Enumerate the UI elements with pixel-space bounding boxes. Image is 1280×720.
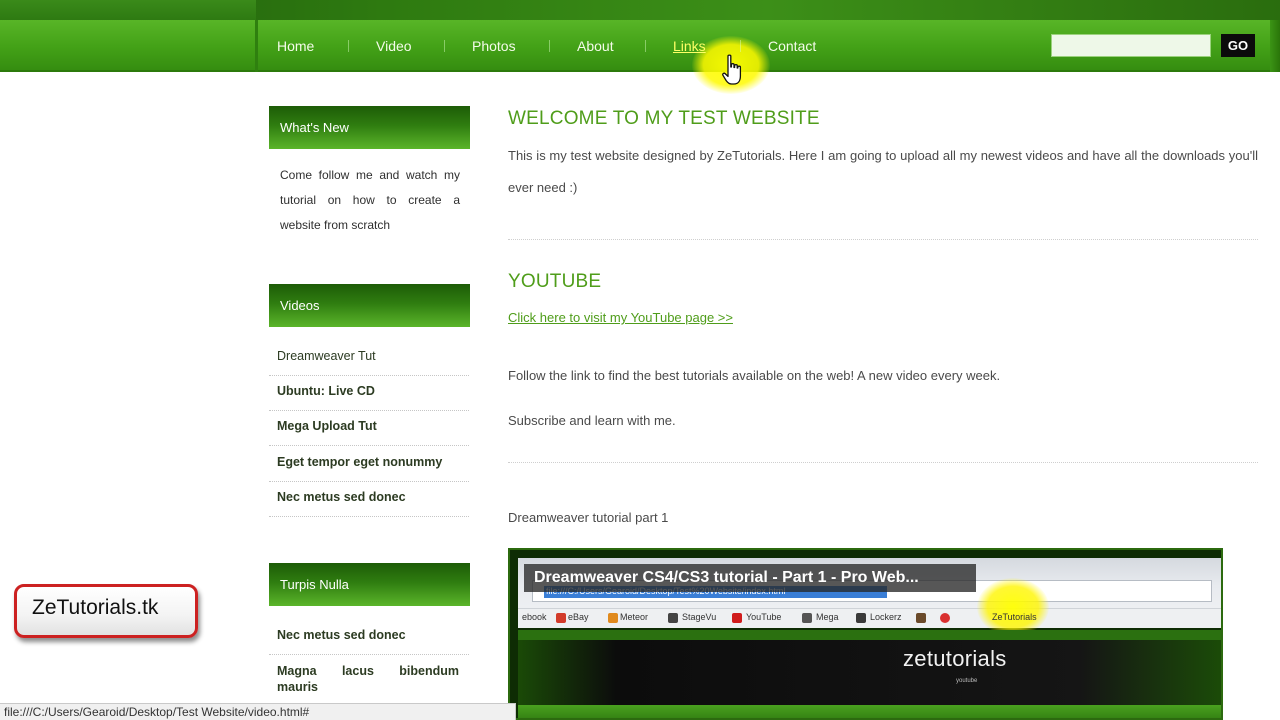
content-divider xyxy=(508,239,1258,240)
welcome-text: This is my test website designed by ZeTu… xyxy=(508,148,1258,195)
sidebar-divider xyxy=(269,654,469,655)
nav-right-edge xyxy=(1270,20,1280,72)
nav-separator xyxy=(348,40,349,52)
hand-pointer-icon xyxy=(722,54,742,85)
video-frame-bookmark: eBay xyxy=(568,612,589,622)
video-frame-logo-sub: youtube xyxy=(956,678,978,684)
youtube-text: Follow the link to find the best tutoria… xyxy=(508,368,1001,383)
video-cursor-highlight xyxy=(977,578,1049,636)
video-player[interactable]: file:///C:/Users/Gearoid/Desktop/Test%20… xyxy=(508,548,1223,720)
video-caption: Dreamweaver tutorial part 1 xyxy=(508,510,669,525)
nav-separator xyxy=(645,40,646,52)
video-frame-bookmark: Lockerz xyxy=(870,612,902,622)
sidebar-link-video[interactable]: Dreamweaver Tut xyxy=(277,349,469,363)
sidebar-header-turpis-nulla: Turpis Nulla xyxy=(269,563,470,606)
sidebar-link-video[interactable]: Eget tempor eget nonummy xyxy=(277,455,469,469)
youtube-icon xyxy=(732,613,742,623)
nav-item-contact[interactable]: Contact xyxy=(768,37,816,55)
video-frame-bookmark: ebook xyxy=(522,612,547,622)
browser-status-bar: file:///C:/Users/Gearoid/Desktop/Test We… xyxy=(0,703,516,720)
sidebar-link-video[interactable]: Mega Upload Tut xyxy=(277,419,469,433)
sidebar-divider xyxy=(269,481,469,482)
nav-item-home[interactable]: Home xyxy=(277,37,314,55)
nav-divider xyxy=(255,20,258,72)
nav-item-photos[interactable]: Photos xyxy=(472,37,516,55)
video-frame-bookmark: StageVu xyxy=(682,612,717,622)
sidebar-divider xyxy=(269,445,469,446)
video-frame-bookmark: ZeTutorials xyxy=(992,612,1037,622)
youtube-link[interactable]: Click here to visit my YouTube page >> xyxy=(508,310,733,325)
youtube-heading: YOUTUBE xyxy=(508,271,602,292)
subscribe-text: Subscribe and learn with me. xyxy=(508,413,676,428)
ebay-icon xyxy=(556,613,566,623)
sidebar-divider xyxy=(269,516,469,517)
nav-separator xyxy=(740,40,741,52)
video-frame-bookmark: YouTube xyxy=(746,612,782,622)
nav-separator xyxy=(444,40,445,52)
sidebar-link-turpis[interactable]: Magna lacus bibendum mauris xyxy=(277,663,459,695)
video-frame-bookmark: Meteor xyxy=(620,612,649,622)
sidebar-divider xyxy=(269,375,469,376)
welcome-heading: WELCOME TO MY TEST WEBSITE xyxy=(508,108,820,129)
stagevu-icon xyxy=(668,613,678,623)
video-title[interactable]: Dreamweaver CS4/CS3 tutorial - Part 1 - … xyxy=(534,569,919,587)
lockerz-icon xyxy=(856,613,866,623)
go-button[interactable]: GO xyxy=(1221,34,1255,57)
video-frame-logo: zetutorials xyxy=(903,646,1007,671)
sidebar-link-turpis[interactable]: Nec metus sed donec xyxy=(277,628,469,642)
video-frame-site-nav xyxy=(518,705,1221,718)
branding-badge-text: ZeTutorials.tk xyxy=(32,596,159,619)
nav-item-links[interactable]: Links xyxy=(673,37,706,55)
bookmark-icon xyxy=(916,613,926,623)
sidebar-link-video[interactable]: Nec metus sed donec xyxy=(277,490,469,504)
search-input[interactable] xyxy=(1051,34,1211,57)
content-divider xyxy=(508,462,1258,463)
whats-new-text: Come follow me and watch my tutorial on … xyxy=(280,168,460,232)
video-frame-bookmark: Mega xyxy=(816,612,839,622)
meteor-icon xyxy=(608,613,618,623)
sidebar-link-video[interactable]: Ubuntu: Live CD xyxy=(277,384,469,398)
mega-icon xyxy=(802,613,812,623)
sidebar-header-videos: Videos xyxy=(269,284,470,327)
sidebar-header-whats-new: What's New xyxy=(269,106,470,149)
video-frame-site-band xyxy=(518,630,1221,640)
sidebar-divider xyxy=(269,410,469,411)
stop-icon xyxy=(940,613,950,623)
header-top-band-left xyxy=(0,0,256,20)
nav-separator xyxy=(549,40,550,52)
nav-item-video[interactable]: Video xyxy=(376,37,412,55)
nav-item-about[interactable]: About xyxy=(577,37,614,55)
